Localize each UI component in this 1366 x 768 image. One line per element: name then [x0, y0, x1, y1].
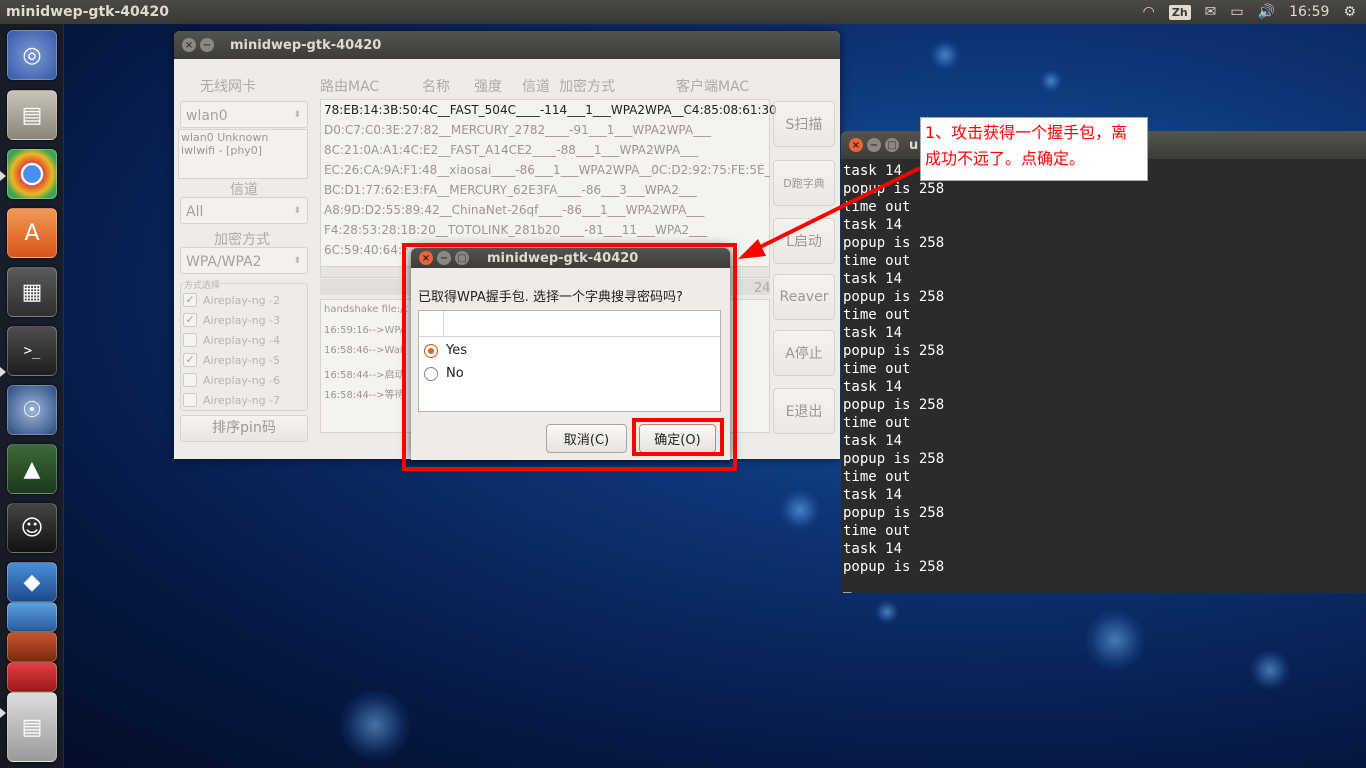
side-count: 24 — [754, 281, 771, 296]
launcher: ◎ ▤ A ▦ >_ ☉ ▲ ☺ ◆ ▤ — [0, 24, 64, 768]
aireplay-5-checkbox[interactable]: ✓ Aireplay-ng -5 — [183, 353, 280, 367]
window-minimize-icon[interactable]: − — [200, 38, 214, 52]
nic-select[interactable]: wlan0 ⬍ — [180, 101, 308, 128]
sort-pin-button[interactable]: 排序pin码 — [180, 415, 308, 442]
terminal-title: u — [909, 137, 919, 153]
main-window-titlebar: × − minidwep-gtk-40420 — [174, 31, 840, 59]
ap-row[interactable]: 6C:59:40:64:F — [324, 243, 409, 257]
ap-row[interactable]: EC:26:CA:9A:F1:48__xiaosai____-86___1___… — [324, 163, 770, 177]
terminal-minimize-icon[interactable]: − — [867, 138, 881, 152]
encryption-label: 加密方式 — [214, 232, 270, 248]
log-line: handshake file:/t — [324, 304, 408, 315]
file-manager-icon[interactable]: ▤ — [7, 90, 57, 140]
volume-icon[interactable]: 🔊 — [1258, 4, 1275, 20]
wifi-icon[interactable]: ◠ — [1143, 4, 1155, 20]
stacked-app-icon-3[interactable] — [7, 632, 57, 662]
column-header-mac: 路由MAC — [320, 79, 380, 95]
nic-info: wlan0 Unknown iwlwifi - [phy0] — [178, 129, 308, 179]
channel-select[interactable]: All ⬍ — [180, 197, 308, 224]
column-header-encryption: 加密方式 — [559, 79, 615, 95]
stacked-app-icon-4[interactable] — [7, 662, 57, 692]
network-globe-icon[interactable]: ☉ — [7, 385, 57, 435]
settings-gear-icon[interactable]: ⚙ — [1343, 4, 1356, 20]
battery-icon[interactable]: ▭ — [1230, 4, 1243, 20]
aireplay-2-checkbox[interactable]: ✓ Aireplay-ng -2 — [183, 293, 280, 307]
ap-row[interactable]: F4:28:53:28:1B:20__TOTOLINK_281b20____-8… — [324, 223, 707, 237]
trash-icon[interactable]: ▤ — [7, 692, 57, 762]
ap-row[interactable]: 78:EB:14:3B:50:4C__FAST_504C____-114___1… — [324, 103, 777, 117]
log-line: 16:58:44-->启动 — [324, 370, 405, 381]
ok-highlight-box — [632, 418, 724, 456]
aireplay-6-checkbox[interactable]: Aireplay-ng -6 — [183, 373, 280, 387]
mail-icon[interactable]: ✉ — [1205, 4, 1217, 20]
ap-row[interactable]: D0:C7:C0:3E:27:82__MERCURY_2782____-91__… — [324, 123, 711, 137]
exit-button[interactable]: E退出 — [773, 388, 835, 434]
software-center-icon[interactable]: A — [7, 208, 57, 258]
window-close-icon[interactable]: × — [182, 38, 196, 52]
scan-button[interactable]: S扫描 — [773, 101, 835, 147]
ap-row[interactable]: 8C:21:0A:A1:4C:E2__FAST_A14CE2____-88___… — [324, 143, 698, 157]
ubuntu-dash-icon[interactable]: ◎ — [7, 30, 57, 80]
aireplay-4-checkbox[interactable]: Aireplay-ng -4 — [183, 333, 280, 347]
terminal-icon[interactable]: >_ — [7, 326, 57, 376]
top-panel: minidwep-gtk-40420 ◠ Zh ✉ ▭ 🔊 16:59 ⚙ — [0, 0, 1366, 24]
log-line: 16:58:44-->等待 — [324, 390, 405, 401]
chrome-browser-icon[interactable] — [7, 149, 57, 199]
annotation-arrow — [738, 166, 921, 259]
reaver-button[interactable]: Reaver — [773, 274, 835, 320]
main-window-title: minidwep-gtk-40420 — [230, 37, 382, 53]
aireplay-7-checkbox[interactable]: Aireplay-ng -7 — [183, 393, 280, 407]
log-line: 16:58:46-->Wai — [324, 345, 403, 356]
mode-group-label: 方式选择 — [184, 278, 221, 291]
column-header-client-mac: 客户端MAC — [676, 79, 750, 95]
annotation-note: 1、攻击获得一个握手包，离成功不远了。点确定。 — [920, 117, 1148, 181]
stop-button[interactable]: A停止 — [773, 330, 835, 376]
ap-row[interactable]: A8:9D:D2:55:89:42__ChinaNet-26qf____-86_… — [324, 203, 704, 217]
ap-row[interactable]: BC:D1:77:62:E3:FA__MERCURY_62E3FA____-86… — [324, 183, 697, 197]
aireplay-3-checkbox[interactable]: ✓ Aireplay-ng -3 — [183, 313, 280, 327]
input-method-indicator[interactable]: Zh — [1168, 4, 1191, 20]
active-window-title: minidwep-gtk-40420 — [6, 4, 169, 20]
column-header-strength: 强度 — [474, 79, 502, 95]
workspace-switcher-icon[interactable]: ▦ — [7, 267, 57, 317]
column-header-name: 名称 — [422, 79, 450, 95]
stacked-app-icon-1[interactable]: ◆ — [7, 562, 57, 602]
hacker-app-icon[interactable]: ☺ — [7, 503, 57, 553]
penguin-app-icon[interactable]: ▲ — [7, 444, 57, 494]
clock[interactable]: 16:59 — [1289, 4, 1329, 20]
column-header-channel: 信道 — [522, 79, 550, 95]
encryption-select[interactable]: WPA/WPA2 ⬍ — [180, 247, 308, 274]
terminal-maximize-icon[interactable]: □ — [885, 138, 899, 152]
log-line: 16:59:16-->WPA — [324, 325, 407, 336]
terminal-close-icon[interactable]: × — [849, 138, 863, 152]
channel-label: 信道 — [230, 182, 258, 198]
nic-label: 无线网卡 — [200, 79, 256, 95]
stacked-app-icon-2[interactable] — [7, 602, 57, 632]
